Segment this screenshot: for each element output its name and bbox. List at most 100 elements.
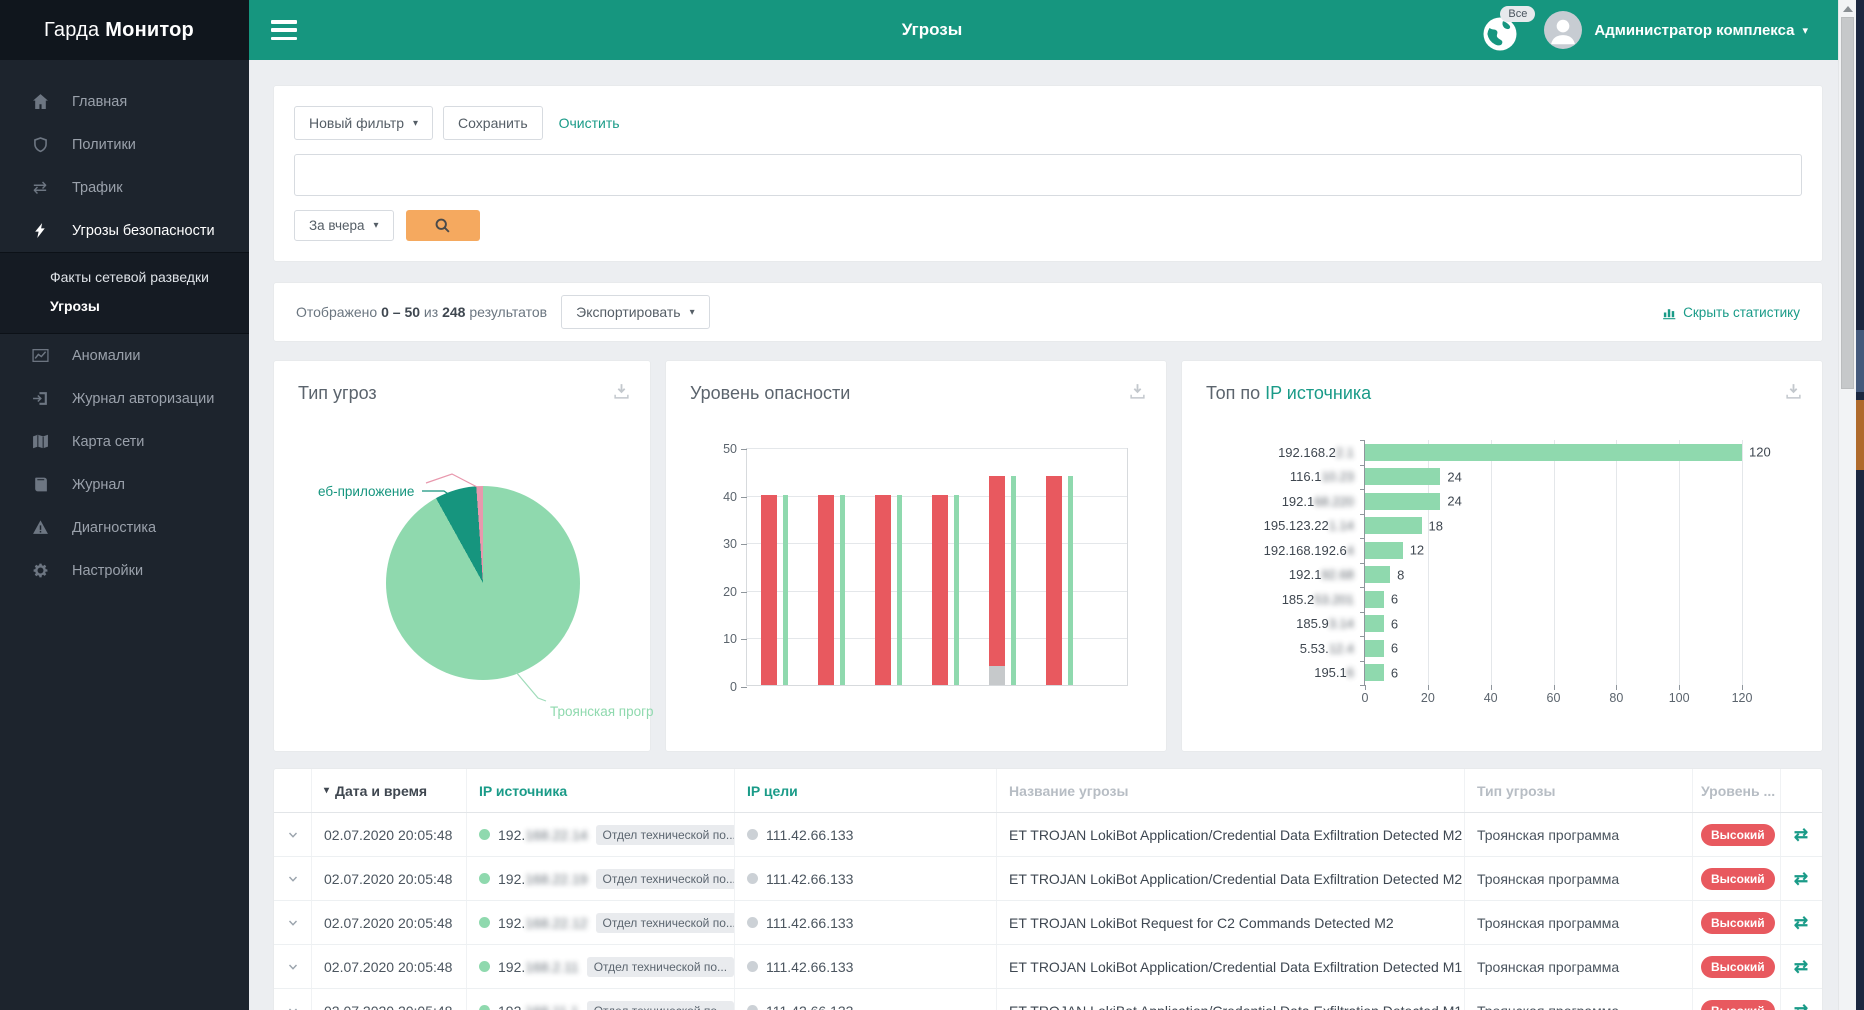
sidebar-item-bolt[interactable]: Угрозы безопасности [0,209,249,252]
clear-filter-link[interactable]: Очистить [559,115,620,131]
user-menu[interactable]: Администратор комплекса [1594,22,1794,39]
sidebar-item-label: Настройки [72,562,144,579]
chart-title: Топ по IP источника [1206,383,1372,403]
sidebar-item-traffic[interactable]: ⇄ Трафик [0,166,249,209]
ip-bar: 24 [1365,468,1462,485]
hamburger-menu-icon[interactable] [271,20,297,40]
column-header[interactable]: Уровень ... [1693,769,1781,812]
bar-value: 8 [1397,567,1405,582]
cell-datetime: 02.07.2020 20:05:48 [312,901,467,944]
sidebar-subitem[interactable]: Угрозы [0,292,249,321]
ip-label: 195.123.22 1.14 [1263,518,1354,534]
globe-menu[interactable]: Все [1482,6,1536,52]
x-tick-label: 100 [1668,691,1690,705]
traffic-link-icon[interactable]: ⇄ [1794,957,1808,977]
sidebar-item-login[interactable]: Журнал авторизации [0,377,249,420]
ip-label: 185.9 3.14 [1296,616,1354,632]
expand-row-chevron-icon[interactable] [274,989,312,1010]
top-ip-chart-card: Топ по IP источника 192.168.2 2.1 116.1 10.… [1182,361,1822,751]
toggle-statistics-link[interactable]: Скрыть статистику [1662,305,1800,320]
cell-actions: ⇄ [1781,989,1821,1010]
ip-bar: 6 [1365,590,1398,608]
ip-label: 116.1 10.23 [1289,469,1354,485]
download-icon[interactable] [1129,383,1146,405]
filter-query-input[interactable] [294,154,1802,196]
column-header[interactable]: Тип угрозы [1465,769,1693,812]
sidebar-item-shield[interactable]: Политики [0,123,249,166]
bar-red [761,494,777,685]
target-status-dot [747,917,758,928]
chart-icon [30,347,50,365]
source-status-dot [479,1005,490,1010]
scroll-up-arrow[interactable] [1843,6,1853,12]
sidebar-item-warning[interactable]: Диагностика [0,506,249,549]
y-tick-mark [741,639,747,641]
y-tick-mark [741,544,747,546]
column-header[interactable]: IP цели [735,769,997,812]
x-tick-label: 20 [1420,691,1435,705]
expand-row-chevron-icon[interactable] [274,901,312,944]
sidebar-item-chart[interactable]: Аномалии [0,334,249,377]
target-status-dot [747,961,758,972]
chevron-down-icon[interactable]: ▾ [1802,24,1808,37]
target-status-dot [747,1005,758,1010]
sidebar-item-label: Диагностика [72,519,157,536]
expand-row-chevron-icon[interactable] [274,813,312,856]
source-group-tag: Отдел технической по... [586,1000,734,1010]
sidebar-item-journal[interactable]: Журнал [0,463,249,506]
cell-level: Высокий [1693,901,1781,944]
right-edge-strip [1856,0,1864,1010]
scrollbar-thumb[interactable] [1841,17,1854,389]
y-tick-label: 10 [723,632,737,647]
sidebar-item-gear[interactable]: Настройки [0,549,249,592]
bar-value: 18 [1428,518,1444,533]
column-header[interactable]: IP источника [467,769,735,812]
column-header[interactable]: Название угрозы [997,769,1465,812]
y-tick-label: 20 [723,584,737,599]
column-header[interactable]: ▾ Дата и время [312,769,467,812]
chevron-down-icon: ▾ [373,220,379,231]
ip-label: 192.168.2 2.1 [1278,444,1354,460]
save-filter-button[interactable]: Сохранить [443,106,543,140]
sidebar-item-home[interactable]: Главная [0,80,249,123]
cell-threat-type: Троянская программа [1465,945,1693,988]
cell-level: Высокий [1693,857,1781,900]
y-tick-mark [1360,489,1365,490]
user-icon [1551,19,1576,45]
expand-row-chevron-icon[interactable] [274,857,312,900]
avatar[interactable] [1544,11,1583,49]
x-tick-label: 80 [1609,691,1624,705]
cell-threat-name: ET TROJAN LokiBot Application/Credential… [997,813,1465,856]
search-button[interactable] [405,210,480,241]
expand-row-chevron-icon[interactable] [274,945,312,988]
source-status-dot [479,829,490,840]
cell-ip-target: 111.42.66.133 [735,857,997,900]
traffic-link-icon[interactable]: ⇄ [1794,825,1808,845]
cell-threat-name: ET TROJAN LokiBot Application/Credential… [997,945,1465,988]
ip-source-link[interactable]: IP источника [1265,383,1371,403]
source-group-tag: Отдел технической по... [595,912,734,933]
content-area: Новый фильтр ▾ Сохранить Очистить За вче… [249,60,1838,1010]
y-tick-mark [1360,660,1365,662]
traffic-link-icon[interactable]: ⇄ [1794,913,1808,933]
chevron-down-icon: ▾ [689,306,695,318]
sidebar-item-map[interactable]: Карта сети [0,420,249,463]
bar-red [875,494,891,685]
ip-bar: 6 [1365,639,1398,657]
download-icon[interactable] [1785,383,1802,405]
new-filter-button[interactable]: Новый фильтр ▾ [294,106,434,140]
traffic-link-icon[interactable]: ⇄ [1794,869,1808,889]
bar-red [818,494,834,685]
bar-value: 6 [1390,616,1399,631]
download-icon[interactable] [613,383,630,405]
export-button[interactable]: Экспортировать ▾ [561,295,710,329]
period-select[interactable]: За вчера ▾ [294,210,394,241]
sidebar-subitem[interactable]: Факты сетевой разведки [0,263,249,292]
y-tick-mark [741,496,747,498]
x-tick-mark [1427,685,1429,690]
cell-threat-type: Троянская программа [1465,813,1693,856]
vertical-scrollbar[interactable] [1838,0,1856,1010]
traffic-link-icon[interactable]: ⇄ [1794,1001,1808,1010]
top-header: Угрозы Все Администратор комплекса ▾ [249,0,1838,60]
source-status-dot [479,873,490,884]
